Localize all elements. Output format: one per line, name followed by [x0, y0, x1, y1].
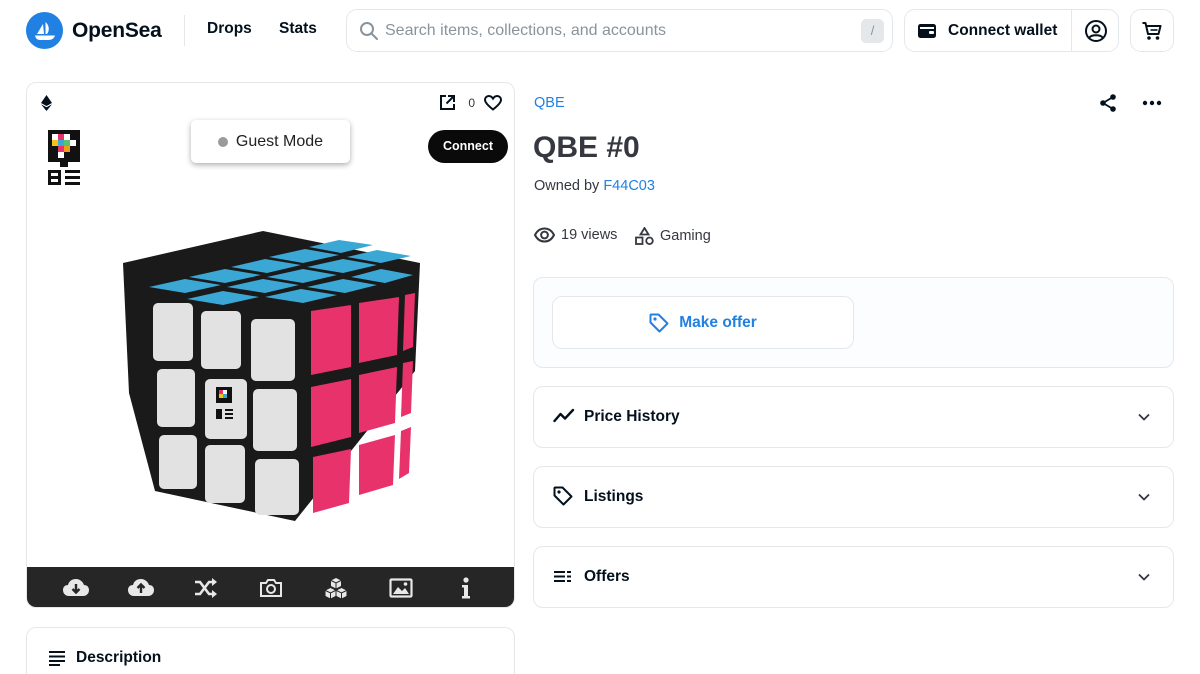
top-navbar: OpenSea Drops Stats / Connect wallet [0, 0, 1200, 62]
chevron-down-icon [1138, 413, 1150, 421]
shuffle-icon [194, 577, 217, 598]
collection-link[interactable]: QBE [534, 95, 565, 111]
nav-drops[interactable]: Drops [207, 20, 252, 38]
opensea-logo[interactable]: OpenSea [26, 12, 162, 49]
listings-panel[interactable]: Listings [533, 466, 1174, 528]
download-icon [62, 578, 89, 596]
screenshot-button[interactable] [255, 572, 287, 604]
camera-icon [259, 578, 282, 597]
offer-panel: Make offer [533, 277, 1174, 368]
open-external-button[interactable] [439, 94, 456, 111]
share-icon [1100, 94, 1116, 112]
views-count: 19 views [561, 227, 618, 243]
search-shortcut-badge: / [861, 19, 884, 43]
description-panel[interactable]: Description [26, 627, 515, 674]
status-dot [217, 136, 228, 147]
profile-button[interactable] [1072, 10, 1119, 51]
tag-icon [553, 486, 573, 506]
upload-icon [127, 578, 154, 596]
connect-wallet-label: Connect wallet [948, 21, 1058, 39]
ethereum-icon [41, 95, 52, 111]
account-circle-icon [1084, 19, 1107, 42]
logo-text: OpenSea [72, 18, 162, 42]
item-title: QBE #0 [533, 131, 640, 164]
info-icon [461, 576, 470, 598]
offers-title: Offers [584, 568, 630, 585]
guest-mode-label: Guest Mode [235, 132, 324, 150]
image-icon [388, 577, 413, 598]
chevron-down-icon [1138, 573, 1150, 581]
cubes-icon [324, 577, 347, 598]
download-button[interactable] [60, 572, 92, 604]
upload-button[interactable] [125, 572, 157, 604]
category-shapes-icon [635, 227, 654, 245]
owned-by-label: Owned by [534, 178, 600, 194]
media-actions: 0 [439, 94, 502, 111]
make-offer-label: Make offer [679, 313, 757, 331]
media-toolbar [27, 567, 514, 607]
favorite-button[interactable] [484, 94, 502, 111]
search-input[interactable] [385, 18, 845, 44]
owner-line: Owned by F44C03 [534, 178, 655, 194]
more-options-button[interactable] [1141, 94, 1163, 112]
more-horizontal-icon [1142, 100, 1162, 106]
cart-button[interactable] [1130, 9, 1174, 52]
cart-icon [1142, 21, 1162, 40]
make-offer-button[interactable]: Make offer [552, 296, 854, 349]
eye-icon [534, 227, 555, 243]
favorites-count: 0 [468, 95, 475, 110]
image-button[interactable] [385, 572, 417, 604]
open-external-icon [440, 95, 456, 110]
shuffle-button[interactable] [190, 572, 222, 604]
offers-panel[interactable]: Offers [533, 546, 1174, 608]
qbe-logo-icon [48, 130, 80, 185]
share-button[interactable] [1098, 93, 1118, 113]
price-history-panel[interactable]: Price History [533, 386, 1174, 448]
connect-button[interactable]: Connect [428, 130, 508, 163]
rubiks-cube-image [123, 231, 420, 521]
nav-divider [184, 15, 185, 46]
listings-title: Listings [584, 488, 644, 505]
wallet-icon [918, 23, 936, 38]
description-title: Description [76, 649, 162, 666]
price-history-title: Price History [584, 408, 680, 425]
nav-stats[interactable]: Stats [279, 20, 317, 38]
chevron-down-icon [1138, 493, 1150, 501]
tag-icon [649, 313, 669, 332]
media-card: 0 Guest Mode Connect [26, 82, 515, 608]
opensea-logo-icon [26, 12, 63, 49]
connect-wallet-button[interactable]: Connect wallet [905, 10, 1071, 51]
category-stat: Gaming [635, 227, 711, 245]
list-icon [554, 571, 571, 582]
search-bar[interactable]: / [346, 9, 893, 52]
cubes-button[interactable] [320, 572, 352, 604]
heart-icon [484, 94, 502, 111]
views-stat: 19 views [534, 227, 617, 243]
category-label: Gaming [660, 228, 711, 244]
guest-mode-badge: Guest Mode [191, 120, 350, 163]
description-icon [49, 651, 65, 666]
owner-link[interactable]: F44C03 [603, 178, 655, 194]
price-history-icon [553, 408, 575, 423]
search-icon [360, 22, 378, 40]
wallet-group: Connect wallet [904, 9, 1119, 52]
info-button[interactable] [450, 572, 482, 604]
